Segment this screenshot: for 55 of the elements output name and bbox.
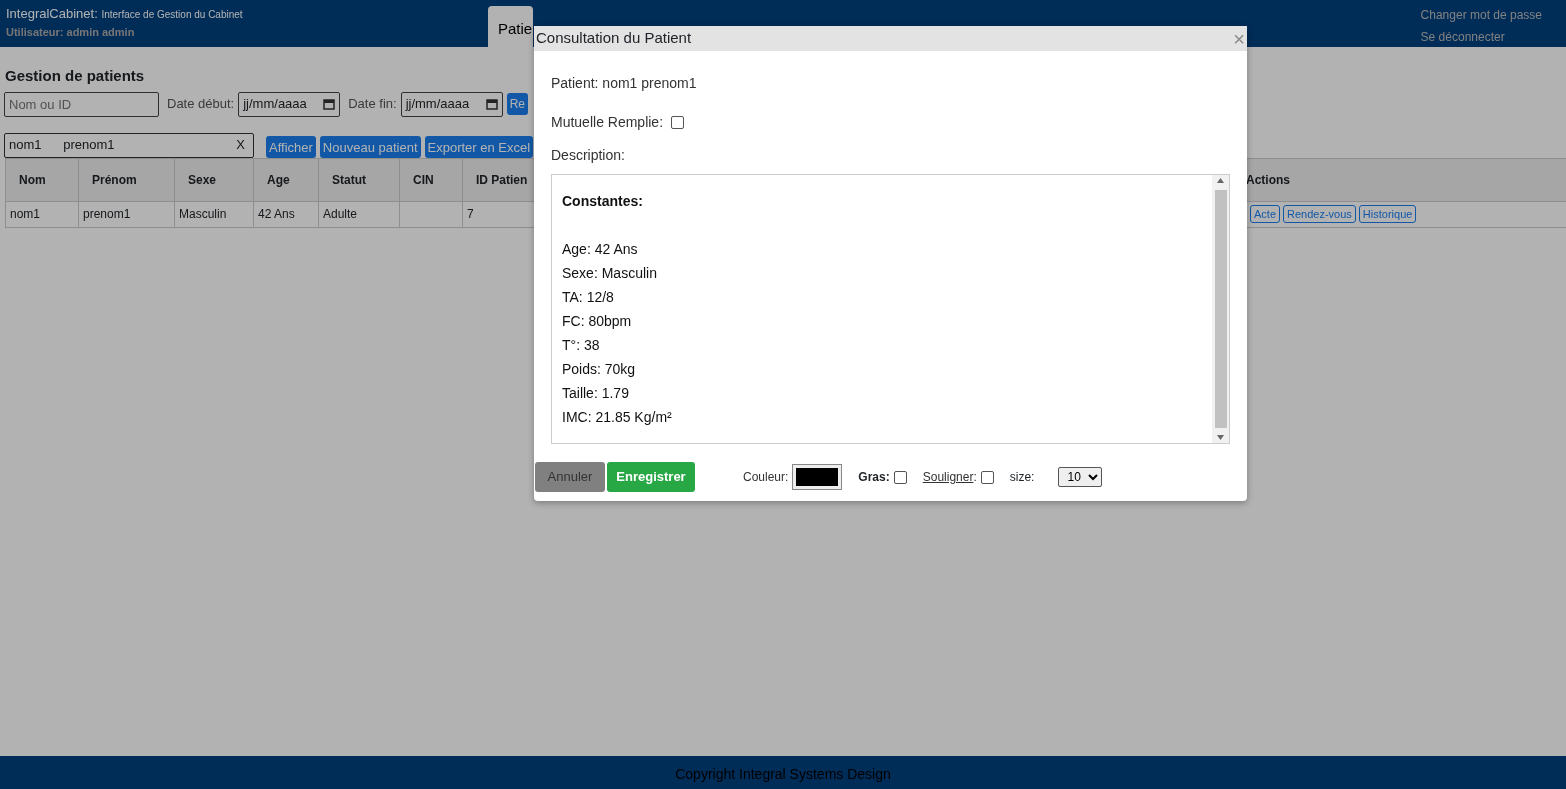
table-cell: Masculin (174, 201, 254, 227)
color-label: Couleur: (743, 469, 789, 486)
action-button[interactable]: Exporter en Excel (424, 135, 534, 158)
calendar-icon[interactable] (323, 98, 336, 110)
column-header: Sexe (174, 158, 254, 201)
color-picker[interactable] (792, 464, 843, 490)
table-cell: 42 Ans (253, 201, 319, 227)
header-link[interactable]: Changer mot de passe (1420, 4, 1542, 26)
calendar-icon[interactable] (485, 98, 498, 110)
column-header: Age (253, 158, 319, 201)
row-action-button[interactable]: Acte (1250, 204, 1280, 224)
column-header: Statut (318, 158, 400, 201)
scrollbar-thumb[interactable] (1214, 190, 1227, 428)
size-label: size: (1009, 469, 1035, 486)
underline-label: Souligner: (922, 469, 977, 486)
scroll-up-icon[interactable] (1217, 178, 1224, 183)
app-subtitle: Interface de Gestion du Cabinet (101, 9, 243, 20)
page-title: Gestion de patients (5, 66, 145, 86)
column-header: Nom (5, 158, 79, 201)
app-name: IntegralCabinet: (6, 6, 98, 21)
table-cell: Adulte (318, 201, 400, 227)
size-select[interactable]: 10 (1058, 467, 1103, 487)
description-editor[interactable]: Constantes: Age: 42 Ans Sexe: Masculin TA: 12/8 FC: 80bpm T°: 38 Poids: 70kg Taille: 1.79 IMC: 21.85 Kg/m² (551, 174, 1230, 444)
bold-label: Gras: (858, 469, 890, 486)
description-label: Description: (551, 146, 626, 165)
selected-patient-field[interactable]: nom1 prenom1 X (4, 132, 254, 158)
patient-label: Patient: nom1 prenom1 (551, 74, 698, 93)
mutuelle-checkbox[interactable] (671, 116, 685, 129)
column-header: Prénom (78, 158, 175, 201)
cancel-button[interactable]: Annuler (535, 462, 605, 492)
table-cell: prenom1 (78, 201, 175, 227)
underline-checkbox[interactable] (980, 470, 994, 484)
action-button[interactable]: Afficher (266, 135, 316, 158)
nav-tab[interactable]: Patie (488, 6, 533, 47)
action-button[interactable]: Nouveau patient (319, 135, 421, 158)
user-label: Utilisateur: admin admin (6, 24, 136, 40)
close-button[interactable]: × (1233, 28, 1245, 49)
scroll-down-icon[interactable] (1217, 435, 1224, 440)
footer-text: Copyright Integral Systems Design (0, 756, 1566, 789)
bold-checkbox[interactable] (893, 470, 907, 484)
search-field[interactable]: Nom ou ID (4, 91, 159, 117)
date-field[interactable]: jj/mm/aaaa (238, 91, 341, 117)
mutuelle-label: Mutuelle Remplie: (551, 113, 664, 132)
table-cell (399, 201, 463, 227)
search-button[interactable]: Re (506, 93, 528, 115)
header-link[interactable]: Se déconnecter (1420, 26, 1542, 48)
date-label: Date fin: (348, 95, 397, 114)
table-cell: nom1 (5, 201, 79, 227)
date-label: Date début: (167, 95, 235, 114)
save-button[interactable]: Enregistrer (607, 462, 695, 492)
modal-title: Consultation du Patient (536, 28, 692, 49)
row-action-button[interactable]: Rendez-vous (1283, 204, 1356, 224)
row-action-button[interactable]: Historique (1358, 204, 1417, 224)
column-header: CIN (399, 158, 463, 201)
date-field[interactable]: jj/mm/aaaa (400, 91, 503, 117)
